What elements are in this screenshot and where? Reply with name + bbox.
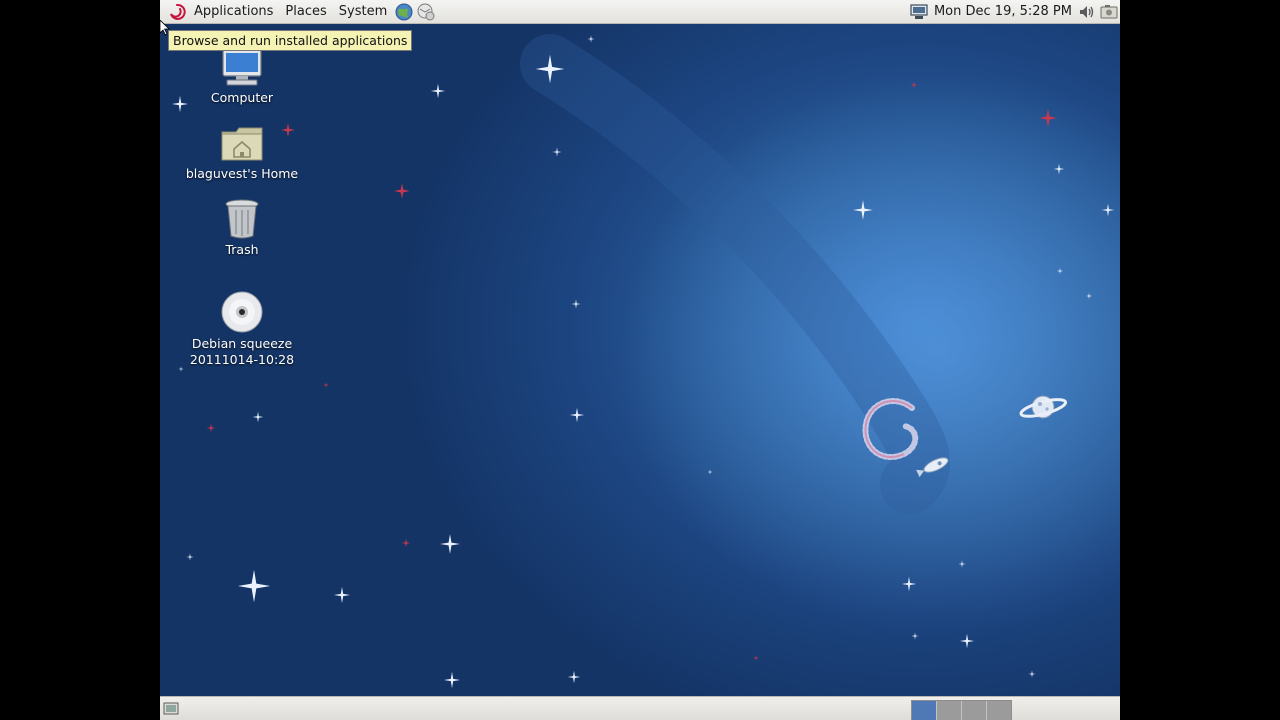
system-menu[interactable]: System xyxy=(333,0,393,23)
desktop-icon-label: Computer xyxy=(210,90,274,105)
workspace-switcher xyxy=(911,700,1012,720)
workspace-4[interactable] xyxy=(987,701,1011,720)
bottom-panel xyxy=(160,696,1120,720)
optical-disc-icon xyxy=(218,288,266,334)
applications-menu[interactable]: Applications xyxy=(188,0,279,23)
screenshot-icon[interactable] xyxy=(1098,1,1120,23)
network-icon[interactable] xyxy=(908,1,930,23)
applications-tooltip: Browse and run installed applications xyxy=(168,30,413,51)
mail-client-icon[interactable] xyxy=(415,1,437,23)
top-panel: Applications Places System Mon Dec 19, 5… xyxy=(160,0,1120,24)
volume-icon[interactable] xyxy=(1076,1,1098,23)
clock[interactable]: Mon Dec 19, 5:28 PM xyxy=(930,4,1076,19)
workspace-1[interactable] xyxy=(912,701,937,720)
web-browser-icon[interactable] xyxy=(393,1,415,23)
desktop-icon-trash[interactable]: Trash xyxy=(172,194,312,258)
show-desktop-icon[interactable] xyxy=(163,701,179,717)
home-folder-icon xyxy=(218,118,266,164)
workspace-3[interactable] xyxy=(962,701,987,720)
trash-icon xyxy=(218,194,266,240)
desktop-icon-label: blaguvest's Home xyxy=(185,166,299,181)
desktop-icon-label: Debian squeeze 20111014-10:28 xyxy=(189,336,295,367)
workspace-2[interactable] xyxy=(937,701,962,720)
desktop-icon-home[interactable]: blaguvest's Home xyxy=(172,118,312,182)
desktop-icon-disc[interactable]: Debian squeeze 20111014-10:28 xyxy=(172,288,312,368)
desktop-background[interactable]: Computer blaguvest's Home Trash Debian s… xyxy=(160,24,1120,696)
places-menu[interactable]: Places xyxy=(279,0,332,23)
desktop-icon-label: Trash xyxy=(225,242,259,257)
desktop-icon-computer[interactable]: Computer xyxy=(172,42,312,106)
screen: Applications Places System Mon Dec 19, 5… xyxy=(160,0,1120,720)
mouse-cursor-icon xyxy=(160,20,170,36)
